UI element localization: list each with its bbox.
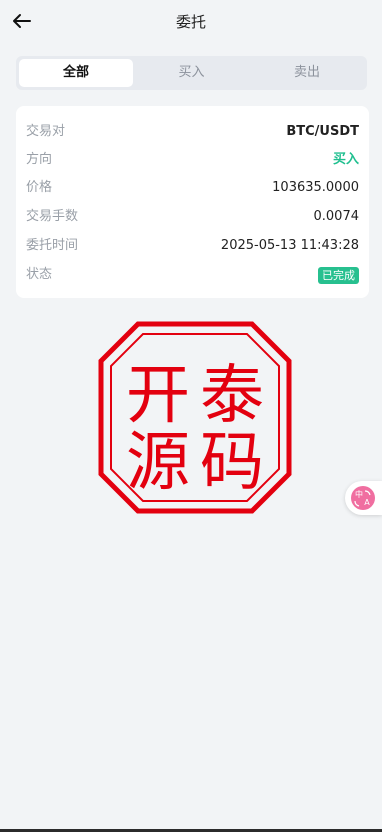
pair-value: BTC/USDT bbox=[286, 124, 359, 139]
tab-sell[interactable]: 卖出 bbox=[250, 59, 364, 87]
svg-text:中: 中 bbox=[355, 489, 363, 499]
direction-label: 方向 bbox=[26, 152, 53, 167]
svg-text:源: 源 bbox=[126, 426, 190, 500]
page-title: 委托 bbox=[175, 13, 206, 31]
tab-all[interactable]: 全部 bbox=[19, 59, 133, 87]
translate-button[interactable]: 中 A bbox=[345, 481, 382, 515]
svg-text:泰: 泰 bbox=[200, 359, 264, 433]
pair-label: 交易对 bbox=[26, 124, 66, 139]
status-badge: 已完成 bbox=[318, 267, 359, 284]
order-row-status: 状态 已完成 bbox=[26, 265, 359, 285]
header: 委托 bbox=[0, 0, 382, 42]
amount-label: 交易手数 bbox=[26, 209, 79, 224]
price-value: 103635.0000 bbox=[272, 180, 359, 195]
direction-value: 买入 bbox=[332, 152, 359, 167]
watermark-stamp: 开 泰 源 码 bbox=[98, 321, 292, 514]
svg-text:A: A bbox=[364, 498, 370, 507]
order-card: 交易对 BTC/USDT 方向 买入 价格 103635.0000 交易手数 0… bbox=[16, 106, 369, 298]
tab-buy[interactable]: 买入 bbox=[133, 59, 250, 87]
time-value: 2025-05-13 11:43:28 bbox=[220, 238, 359, 253]
svg-text:开: 开 bbox=[126, 359, 190, 433]
status-label: 状态 bbox=[26, 267, 53, 282]
price-label: 价格 bbox=[26, 180, 53, 195]
order-row-time: 委托时间 2025-05-13 11:43:28 bbox=[26, 236, 359, 256]
order-row-amount: 交易手数 0.0074 bbox=[26, 207, 359, 227]
amount-value: 0.0074 bbox=[313, 209, 360, 224]
order-row-price: 价格 103635.0000 bbox=[26, 178, 359, 198]
svg-text:码: 码 bbox=[200, 426, 264, 500]
time-label: 委托时间 bbox=[26, 238, 79, 253]
order-row-direction: 方向 买入 bbox=[26, 150, 359, 170]
filter-tabs: 全部 买入 卖出 bbox=[16, 56, 367, 90]
order-row-pair: 交易对 BTC/USDT bbox=[26, 122, 359, 142]
